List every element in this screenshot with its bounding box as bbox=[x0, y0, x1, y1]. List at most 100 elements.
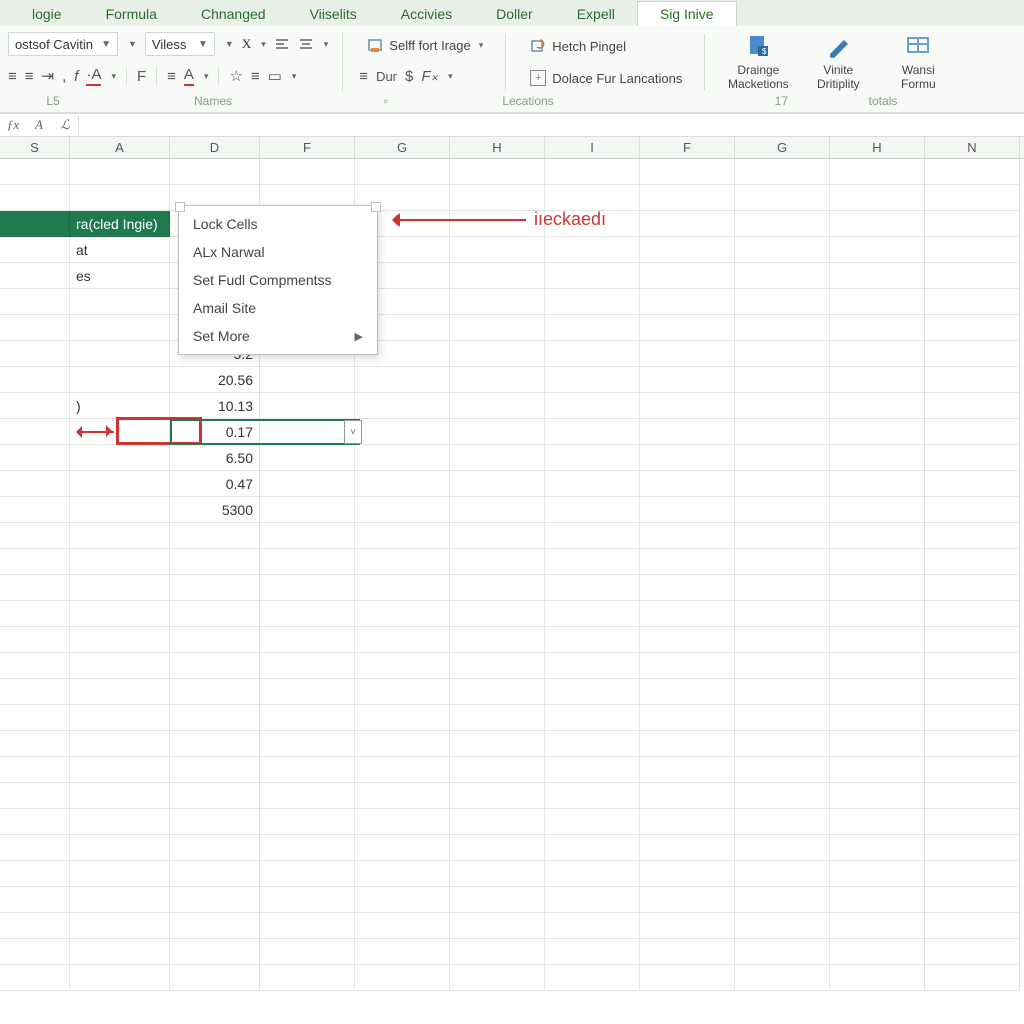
ctx-item-set-more[interactable]: Set More ▶ bbox=[179, 322, 377, 350]
font-style-value: Viless bbox=[152, 37, 186, 52]
dur-label[interactable]: Dur bbox=[376, 69, 397, 84]
annotation-arrow-top-head bbox=[386, 213, 400, 227]
vinite-button[interactable]: Vinite Dritiplity bbox=[801, 32, 875, 92]
font-name-combo[interactable]: ostsof Cavitin ▼ bbox=[8, 32, 118, 56]
fx-icon-2[interactable]: A bbox=[26, 117, 52, 133]
group-label-2: Names bbox=[98, 94, 328, 108]
table-cell[interactable]: 10.13 bbox=[170, 393, 260, 419]
hetch-button[interactable]: Hetch Pingel bbox=[522, 34, 634, 58]
ribbon-tabs: logie Formula Chnanged Viiselits Accivie… bbox=[0, 0, 1024, 26]
col-header[interactable]: I bbox=[545, 137, 640, 158]
font-name-value: ostsof Cavitin bbox=[15, 37, 93, 52]
table-cell[interactable]: 5300 bbox=[170, 497, 260, 523]
tab-6[interactable]: Expell bbox=[555, 2, 637, 26]
align-center-icon[interactable]: ≡ bbox=[25, 68, 34, 85]
ctx-item-amail-site[interactable]: Amail Site bbox=[179, 294, 377, 322]
table-cell[interactable]: es bbox=[70, 263, 170, 289]
ctx-item-lock-cells[interactable]: Lock Cells bbox=[179, 210, 377, 238]
col-header[interactable]: H bbox=[450, 137, 545, 158]
col-header[interactable]: D bbox=[170, 137, 260, 158]
table-cell[interactable] bbox=[70, 367, 170, 393]
col-header[interactable]: A bbox=[70, 137, 170, 158]
table-cell[interactable]: 20.56 bbox=[170, 367, 260, 393]
tab-5[interactable]: Doller bbox=[474, 2, 555, 26]
drainge-button[interactable]: $ Drainge Macketions bbox=[721, 32, 795, 92]
merge-icon[interactable]: ⇥ bbox=[42, 67, 55, 85]
col-header[interactable]: N bbox=[925, 137, 1020, 158]
tab-2[interactable]: Chnanged bbox=[179, 2, 288, 26]
font-style-combo[interactable]: Viless ▼ bbox=[145, 32, 215, 56]
fx-icon-1[interactable]: ƒx bbox=[0, 117, 26, 133]
clear-format-icon[interactable]: F✕ bbox=[421, 68, 438, 85]
table-cell[interactable] bbox=[70, 315, 170, 341]
col-header[interactable]: H bbox=[830, 137, 925, 158]
chevron-down-icon[interactable]: ▼ bbox=[128, 39, 137, 49]
ctx-item-alx-narwal[interactable]: ALx Narwal bbox=[179, 238, 377, 266]
indent-icon[interactable]: ≡ bbox=[359, 68, 368, 85]
spreadsheet-grid[interactable]: ra(cled Ingie) Lock Cells ALx Narwal Set… bbox=[0, 159, 1024, 991]
formula-bar: ƒx A ℒ bbox=[0, 113, 1024, 137]
table-cell[interactable] bbox=[70, 289, 170, 315]
paragraph-icon[interactable] bbox=[274, 36, 290, 52]
table-icon bbox=[904, 32, 932, 60]
col-header[interactable]: F bbox=[260, 137, 355, 158]
align-left-icon[interactable]: ≡ bbox=[8, 68, 17, 85]
tab-1[interactable]: Formula bbox=[84, 2, 179, 26]
col-header[interactable]: F bbox=[640, 137, 735, 158]
tab-4[interactable]: Accivies bbox=[379, 2, 474, 26]
group-label-4: totals bbox=[788, 94, 978, 108]
group-label-3: Lecations bbox=[388, 94, 668, 108]
italic-icon[interactable]: f bbox=[74, 68, 78, 85]
dolce-button[interactable]: + Dolace Fur Lancations bbox=[522, 66, 690, 90]
col-header[interactable]: S bbox=[0, 137, 70, 158]
hetch-label: Hetch Pingel bbox=[552, 39, 626, 54]
chevron-right-icon: ▶ bbox=[355, 330, 363, 343]
refresh-icon bbox=[530, 38, 546, 54]
table-cell[interactable]: at bbox=[70, 237, 170, 263]
table-cell[interactable]: 0.17 bbox=[170, 419, 260, 445]
table-cell[interactable]: 0.47 bbox=[170, 471, 260, 497]
table-cell[interactable] bbox=[70, 341, 170, 367]
wansi-button[interactable]: Wansi Formu bbox=[881, 32, 955, 92]
chevron-down-icon[interactable]: ▼ bbox=[225, 39, 234, 49]
column-headers: S A D F G H I F G H N bbox=[0, 137, 1024, 159]
document-icon: $ bbox=[744, 32, 772, 60]
col-header[interactable]: G bbox=[735, 137, 830, 158]
tab-3[interactable]: Viiselits bbox=[288, 2, 379, 26]
border-icon[interactable]: ▭ bbox=[268, 67, 282, 85]
align-icon[interactable] bbox=[298, 36, 314, 52]
fx-icon-3[interactable]: ℒ bbox=[52, 117, 78, 133]
group-label-1: L5 bbox=[8, 94, 98, 108]
table-cell[interactable]: 6.50 bbox=[170, 445, 260, 471]
strike-icon[interactable]: X bbox=[242, 36, 251, 52]
formula-input[interactable] bbox=[79, 114, 1024, 136]
table-cell[interactable] bbox=[70, 445, 170, 471]
chevron-down-icon: ▼ bbox=[198, 39, 208, 50]
lines-icon[interactable]: ≡ bbox=[251, 68, 260, 85]
tab-7[interactable]: Sig Inive bbox=[637, 1, 737, 26]
group-expand-icon[interactable]: ▫ bbox=[328, 94, 388, 108]
fill-color-icon[interactable]: A bbox=[184, 66, 194, 86]
pen-icon bbox=[824, 32, 852, 60]
tab-0[interactable]: logie bbox=[10, 2, 84, 26]
cell-dropdown-button[interactable]: ˅ bbox=[344, 420, 362, 444]
currency-icon[interactable]: $ bbox=[405, 68, 413, 85]
format-icon[interactable]: F bbox=[137, 68, 146, 85]
table-header-cell[interactable]: ra(cled Ingie) bbox=[70, 211, 170, 237]
selffort-button[interactable]: Selff fort Irage ▾ bbox=[359, 34, 491, 58]
table-cell[interactable]: ) bbox=[70, 393, 170, 419]
font-color-icon[interactable]: ·A bbox=[86, 66, 101, 86]
table-cell[interactable] bbox=[70, 497, 170, 523]
ctx-item-set-fudl[interactable]: Set Fudl Compmentss bbox=[179, 266, 377, 294]
dolce-label: Dolace Fur Lancations bbox=[552, 71, 682, 86]
link-icon bbox=[367, 38, 383, 54]
plus-icon: + bbox=[530, 70, 546, 86]
ribbon: ostsof Cavitin ▼ ▼ Viless ▼ ▼ X▾ ▾ ≡ bbox=[0, 26, 1024, 113]
col-header[interactable]: G bbox=[355, 137, 450, 158]
table-cell[interactable] bbox=[70, 471, 170, 497]
svg-text:$: $ bbox=[762, 47, 767, 56]
annotation-label: iıeckaedı bbox=[534, 209, 606, 230]
star-icon[interactable]: ☆ bbox=[229, 67, 242, 85]
bold-icon[interactable]: ≡ bbox=[167, 68, 176, 85]
annotation-arrow-top bbox=[396, 219, 526, 221]
